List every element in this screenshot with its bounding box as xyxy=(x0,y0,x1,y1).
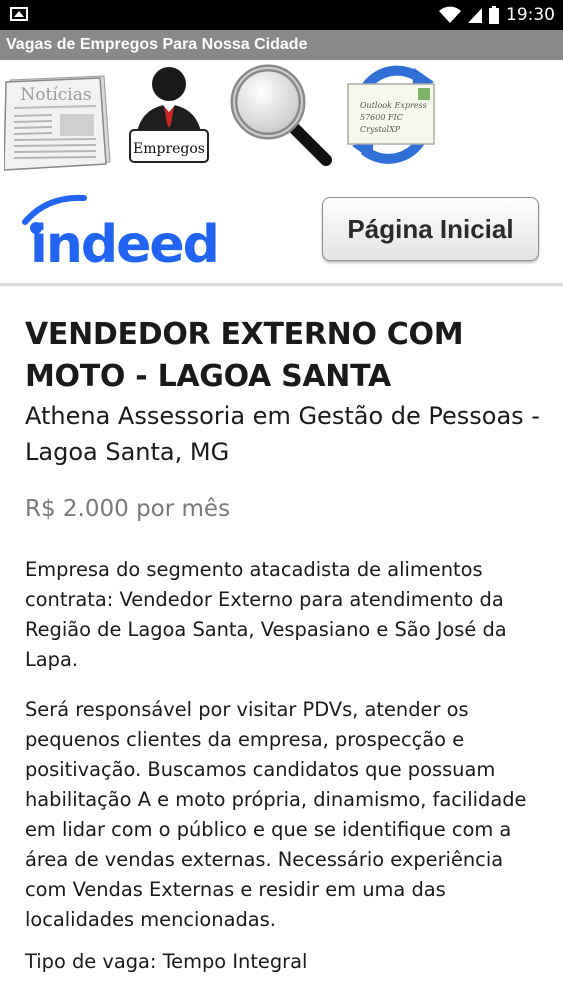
status-bar: 19:30 xyxy=(0,0,563,30)
status-icons: 19:30 xyxy=(438,0,555,30)
email-sync-icon[interactable]: Outlook Express 57600 FIC CrystalXP xyxy=(342,64,442,164)
company-location: Athena Assessoria em Gestão de Pessoas -… xyxy=(25,402,540,466)
job-description-1: Empresa do segmento atacadista de alimen… xyxy=(25,558,507,671)
gallery-icon xyxy=(10,7,28,21)
indeed-logo-text: indeed xyxy=(30,215,218,272)
noticias-label: Notícias xyxy=(20,85,91,105)
job-title: VENDEDOR EXTERNO COM MOTO - LAGOA SANTA xyxy=(25,317,464,394)
empregos-icon[interactable]: Empregos xyxy=(124,60,214,168)
search-icon[interactable] xyxy=(228,62,336,170)
email-line-2: 57600 FIC xyxy=(360,113,403,122)
battery-icon xyxy=(489,6,499,24)
home-button-label: Página Inicial xyxy=(347,213,514,244)
app-title-bar: Vagas de Empregos Para Nossa Cidade xyxy=(0,30,563,60)
indeed-logo: indeed xyxy=(22,194,220,272)
clock: 19:30 xyxy=(506,5,555,25)
divider xyxy=(0,283,563,286)
app-title: Vagas de Empregos Para Nossa Cidade xyxy=(6,36,308,53)
email-line-1: Outlook Express xyxy=(360,101,427,110)
job-content: VENDEDOR EXTERNO COM MOTO - LAGOA SANTA … xyxy=(25,314,540,977)
signal-icon xyxy=(468,8,482,23)
salary: R$ 2.000 por mês xyxy=(25,496,231,522)
job-type: Tipo de vaga: Tempo Integral xyxy=(25,950,308,973)
newspaper-icon[interactable]: Notícias xyxy=(4,72,114,172)
job-description-2: Será responsável por visitar PDVs, atend… xyxy=(25,698,527,931)
wifi-icon xyxy=(439,6,461,23)
home-button[interactable]: Página Inicial xyxy=(322,197,539,261)
icon-nav-row: Notícias Empregos Outlook Express 57600 … xyxy=(0,60,563,172)
empregos-label: Empregos xyxy=(133,141,205,157)
email-line-3: CrystalXP xyxy=(360,125,401,134)
